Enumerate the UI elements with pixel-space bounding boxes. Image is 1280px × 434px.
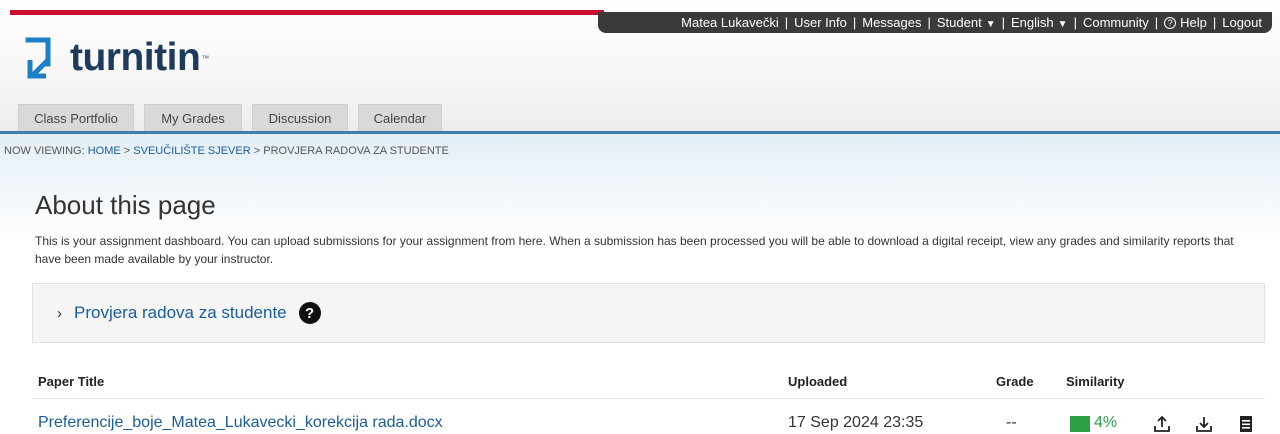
role-label: Student: [936, 15, 982, 30]
tab-class-portfolio[interactable]: Class Portfolio: [18, 104, 134, 132]
breadcrumb-course-link[interactable]: SVEUČILIŠTE SJEVER: [133, 145, 250, 157]
breadcrumb-separator: >: [123, 145, 131, 157]
download-icon[interactable]: [1194, 414, 1214, 434]
tab-discussion[interactable]: Discussion: [252, 104, 348, 132]
page-description: This is your assignment dashboard. You c…: [35, 234, 1234, 266]
page-title: About this page: [35, 190, 216, 220]
role-dropdown[interactable]: Student ▼: [937, 15, 996, 30]
breadcrumb-prefix: NOW VIEWING:: [4, 145, 85, 157]
caret-down-icon: ▼: [985, 19, 996, 30]
breadcrumb-current: PROVJERA RADOVA ZA STUDENTE: [263, 145, 449, 157]
breadcrumb: NOW VIEWING: HOME > SVEUČILIŠTE SJEVER >…: [4, 145, 449, 157]
breadcrumb-home-link[interactable]: HOME: [88, 145, 121, 157]
breadcrumb-separator: >: [253, 145, 261, 157]
language-dropdown[interactable]: English ▼: [1011, 15, 1068, 30]
tab-my-grades[interactable]: My Grades: [144, 104, 242, 132]
table-divider: [32, 398, 1265, 399]
messages-link[interactable]: Messages: [862, 15, 921, 30]
grade-value: --: [1006, 414, 1017, 431]
course-tabs: Class Portfolio My Grades Discussion Cal…: [18, 104, 452, 132]
user-name-link[interactable]: Matea Lukavečki: [681, 15, 779, 30]
column-header-similarity: Similarity: [1066, 374, 1125, 389]
question-circle-icon: ?: [1164, 17, 1177, 29]
column-header-paper-title: Paper Title: [38, 374, 105, 389]
logout-link[interactable]: Logout: [1222, 15, 1262, 30]
help-question-icon[interactable]: ?: [298, 302, 321, 324]
help-label: Help: [1180, 15, 1207, 30]
paper-title-text: Preferencije_boje_Matea_Lukavecki_korekc…: [38, 414, 443, 431]
tab-calendar[interactable]: Calendar: [358, 104, 442, 132]
language-label: English: [1011, 15, 1054, 30]
turnitin-logo[interactable]: turnitin ™: [24, 33, 209, 83]
column-header-grade: Grade: [996, 374, 1034, 389]
similarity-score-box[interactable]: [1070, 416, 1090, 432]
trademark-mark: ™: [201, 53, 210, 63]
chevron-right-icon[interactable]: ›: [57, 305, 62, 322]
community-link[interactable]: Community: [1083, 15, 1149, 30]
assignment-title-link[interactable]: Provjera radova za studente: [74, 303, 287, 323]
receipt-document-icon[interactable]: [1236, 414, 1256, 434]
user-info-link[interactable]: User Info: [794, 15, 847, 30]
column-header-uploaded: Uploaded: [788, 374, 848, 389]
upload-icon[interactable]: [1152, 414, 1172, 434]
user-navigation: Matea Lukavečki | User Info | Messages |…: [598, 12, 1272, 33]
logo-text: turnitin: [70, 36, 201, 79]
assignment-panel[interactable]: › Provjera radova za studente ?: [32, 283, 1265, 343]
turnitin-logo-mark-icon: [25, 37, 51, 79]
caret-down-icon: ▼: [1057, 19, 1068, 30]
accent-bar: [10, 10, 604, 15]
help-link[interactable]: ? Help: [1164, 15, 1207, 30]
uploaded-date: 17 Sep 2024 23:35: [788, 414, 924, 431]
similarity-score-link[interactable]: 4%: [1094, 414, 1117, 432]
paper-title-link[interactable]: Preferencije_boje_Matea_Lukavecki_korekc…: [38, 414, 443, 432]
